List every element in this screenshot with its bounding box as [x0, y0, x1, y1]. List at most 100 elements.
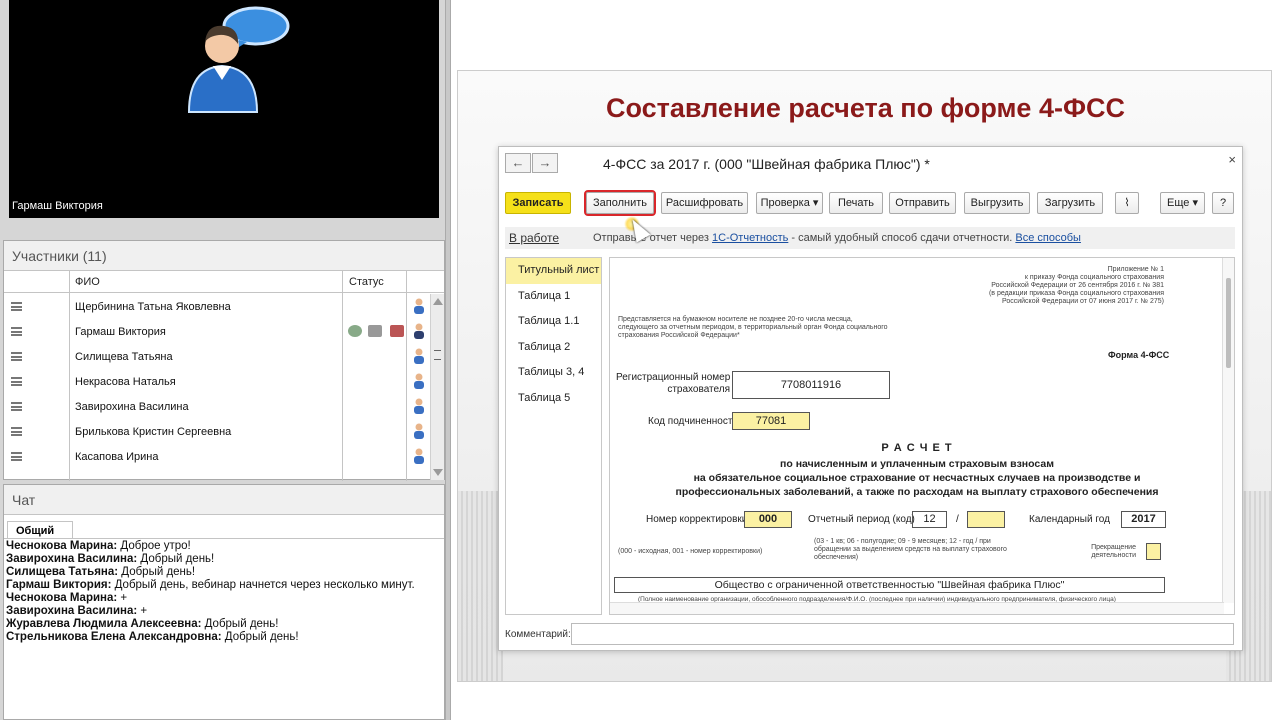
user-icon — [414, 423, 424, 439]
subordination-label: Код подчиненности — [648, 416, 739, 427]
row-menu-icon[interactable] — [11, 377, 22, 386]
chat-message: Чеснокова Марина: + — [6, 592, 128, 604]
termination-checkbox[interactable] — [1146, 543, 1161, 560]
participants-panel: Участники (11) ФИО Статус Щербинина Тать… — [3, 240, 445, 481]
row-menu-icon[interactable] — [11, 327, 22, 336]
mic-muted-icon — [368, 325, 382, 337]
chat-message: Завирохина Василина: Добрый день! — [6, 553, 215, 565]
status-link[interactable]: В работе — [509, 227, 559, 249]
user-icon — [414, 448, 424, 464]
participants-header: ФИО Статус — [4, 271, 444, 293]
year-field[interactable]: 2017 — [1121, 511, 1166, 528]
chat-title: Чат — [4, 485, 444, 515]
all-ways-link[interactable]: Все способы — [1015, 232, 1081, 244]
form-hscrollbar[interactable] — [610, 602, 1224, 614]
participants-title: Участники (11) — [4, 241, 444, 271]
termination-label: Прекращение деятельности — [1091, 544, 1136, 559]
help-button[interactable]: ? — [1212, 192, 1234, 214]
period-field[interactable]: 12 — [912, 511, 947, 528]
participant-row[interactable]: Силищева Татьяна — [4, 344, 432, 369]
presenter-icon — [414, 323, 424, 339]
column-fio[interactable]: ФИО — [75, 276, 100, 288]
row-menu-icon[interactable] — [11, 402, 22, 411]
send-button[interactable]: Отправить — [889, 192, 956, 214]
forward-button[interactable]: → — [532, 153, 558, 173]
participant-row[interactable]: Завирохина Василина — [4, 394, 432, 419]
year-label: Календарный год — [1029, 514, 1110, 525]
chat-message: Завирохина Василина: + — [6, 605, 148, 617]
chat-tab-general[interactable]: Общий — [7, 521, 73, 539]
import-button[interactable]: Загрузить — [1037, 192, 1103, 214]
period-note: (03 - 1 кв; 06 - полугодие; 09 - 9 месяц… — [814, 538, 1007, 561]
participant-name: Завирохина Василина — [75, 401, 189, 413]
participants-scrollbar[interactable] — [430, 294, 444, 480]
report-window: ← → 4-ФСС за 2017 г. (000 "Швейная фабри… — [498, 146, 1243, 651]
section-tables-3-4[interactable]: Таблицы 3, 4 — [506, 360, 601, 386]
scroll-up-icon[interactable] — [433, 298, 443, 305]
report-subheading: по начисленным и уплаченным страховым вз… — [675, 458, 1159, 498]
section-table-1-1[interactable]: Таблица 1.1 — [506, 309, 601, 335]
window-title: 4-ФСС за 2017 г. (000 "Швейная фабрика П… — [603, 156, 930, 172]
form-sheet: Приложение № 1к приказу Фонда социальног… — [609, 257, 1235, 615]
row-menu-icon[interactable] — [11, 352, 22, 361]
back-button[interactable]: ← — [505, 153, 531, 173]
column-status[interactable]: Статус — [349, 276, 384, 288]
close-icon[interactable]: × — [1228, 152, 1236, 167]
period-label: Отчетный период (код) — [808, 514, 915, 525]
row-menu-icon[interactable] — [11, 302, 22, 311]
chat-message: Гармаш Виктория: Добрый день, вебинар на… — [6, 579, 415, 591]
participant-row[interactable]: Брилькова Кристин Сергеевна — [4, 419, 432, 444]
section-table-5[interactable]: Таблица 5 — [506, 386, 601, 412]
correction-field[interactable]: 000 — [744, 511, 792, 528]
chat-message: Чеснокова Марина: Доброе утро! — [6, 540, 191, 552]
section-table-2[interactable]: Таблица 2 — [506, 335, 601, 361]
participant-name: Брилькова Кристин Сергеевна — [75, 426, 232, 438]
more-button[interactable]: Еще ▾ — [1160, 192, 1205, 214]
subordination-field[interactable]: 77081 — [732, 412, 810, 430]
speaker-avatar-icon — [187, 6, 290, 113]
chat-message: Силищева Татьяна: Добрый день! — [6, 566, 196, 578]
fill-button[interactable]: Заполнить — [584, 190, 656, 216]
status-bar: В работе Отправьте отчет через 1С-Отчетн… — [505, 227, 1235, 249]
period-extra-field[interactable] — [967, 511, 1005, 528]
chat-message: Журавлева Людмила Алексеевна: Добрый ден… — [6, 618, 279, 630]
scroll-thumb[interactable] — [434, 350, 441, 360]
decode-button[interactable]: Расшифровать — [661, 192, 748, 214]
participant-name: Щербинина Татьна Яковлевна — [75, 301, 231, 313]
submission-note: Представляется на бумажном носителе не п… — [618, 316, 888, 339]
export-button[interactable]: Выгрузить — [964, 192, 1030, 214]
org-name-field[interactable]: Общество с ограниченной ответственностью… — [614, 577, 1165, 593]
webinar-video: Гармаш Виктория — [9, 0, 439, 218]
save-button[interactable]: Записать — [505, 192, 571, 214]
participants-list: Щербинина Татьна Яковлевна Гармаш Виктор… — [4, 294, 432, 480]
period-slash: / — [956, 514, 959, 525]
sketch-decoration — [458, 491, 503, 681]
scroll-down-icon[interactable] — [433, 469, 443, 476]
reg-number-field[interactable]: 7708011916 — [732, 371, 890, 399]
user-icon — [414, 298, 424, 314]
print-button[interactable]: Печать — [829, 192, 883, 214]
slide-title: Составление расчета по форме 4-ФСС — [605, 93, 1125, 123]
reg-number-label: Регистрационный номер страхователя — [616, 372, 731, 395]
chat-message: Стрельникова Елена Александровна: Добрый… — [6, 631, 299, 643]
participant-row[interactable]: Касапова Ирина — [4, 444, 432, 469]
chat-messages: Чеснокова Марина: Доброе утро! Завирохин… — [6, 540, 436, 644]
sections-list: Титульный лист Таблица 1 Таблица 1.1 Таб… — [505, 257, 602, 615]
row-menu-icon[interactable] — [11, 452, 22, 461]
reporting-link[interactable]: 1С-Отчетность — [712, 232, 788, 244]
correction-note: (000 - исходная, 001 - номер корректиров… — [618, 548, 763, 555]
screen-icon — [390, 325, 404, 337]
chat-panel: Чат Общий Чеснокова Марина: Доброе утро!… — [3, 484, 445, 720]
webcam-icon — [348, 325, 362, 337]
section-title-page[interactable]: Титульный лист — [506, 258, 601, 284]
attach-button[interactable]: ⌇ — [1115, 192, 1139, 214]
form-scrollbar[interactable] — [1222, 258, 1234, 603]
check-button[interactable]: Проверка ▾ — [756, 192, 823, 214]
section-table-1[interactable]: Таблица 1 — [506, 284, 601, 310]
participant-row[interactable]: Гармаш Виктория — [4, 319, 432, 344]
comment-input[interactable] — [571, 623, 1234, 645]
participant-row[interactable]: Щербинина Татьна Яковлевна — [4, 294, 432, 319]
row-menu-icon[interactable] — [11, 427, 22, 436]
participant-row[interactable]: Некрасова Наталья — [4, 369, 432, 394]
correction-label: Номер корректировки — [646, 514, 748, 525]
